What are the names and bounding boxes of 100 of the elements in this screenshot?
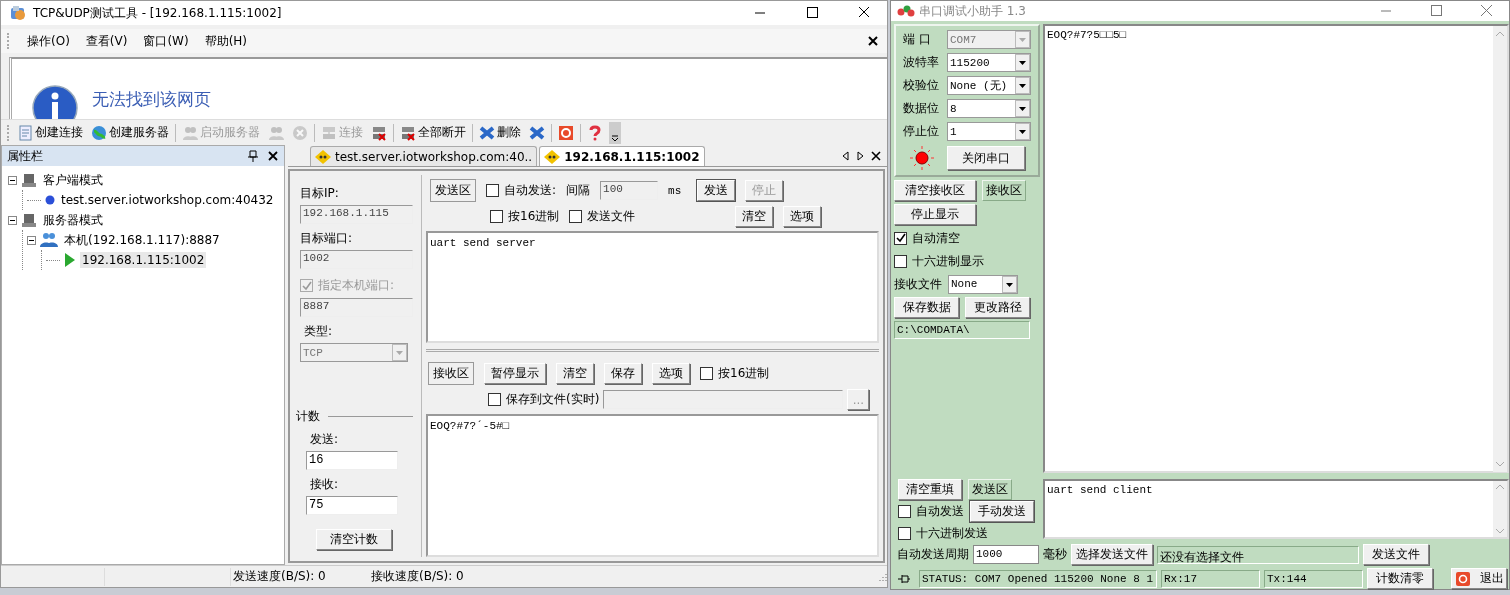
scrollbar-drawing[interactable]: [1493, 481, 1507, 537]
field-label: 停止位: [902, 123, 940, 140]
send-text-area[interactable]: uart send server: [426, 231, 879, 343]
exit-button[interactable]: 退出: [1451, 568, 1507, 589]
rx-counter: Rx:17: [1161, 569, 1260, 588]
setting-dropdown[interactable]: 1: [947, 122, 1031, 141]
unit-label: ms: [668, 184, 682, 197]
menu-item[interactable]: 窗口(W): [143, 32, 189, 50]
close-port-button[interactable]: 关闭串口: [947, 146, 1025, 170]
checkbox[interactable]: [488, 393, 501, 406]
clear-receive-button[interactable]: 清空接收区: [894, 180, 976, 201]
collapse-icon[interactable]: [8, 215, 17, 225]
pin-icon[interactable]: [897, 572, 911, 585]
tx-counter: Tx:144: [1264, 569, 1363, 588]
period-field[interactable]: 1000: [973, 545, 1039, 564]
toolbar-button[interactable]: 删除: [477, 121, 523, 144]
question-icon[interactable]: [587, 124, 603, 141]
path-field[interactable]: C:\COMDATA\: [894, 321, 1030, 339]
close-icon[interactable]: [268, 151, 278, 161]
setting-dropdown[interactable]: None (无): [947, 76, 1031, 95]
toolbar-button[interactable]: 清空: [556, 363, 594, 384]
close-icon[interactable]: [871, 150, 881, 161]
checkbox[interactable]: [894, 254, 907, 268]
checkbox-label: 指定本机端口:: [318, 277, 395, 294]
save-data-button[interactable]: 保存数据: [894, 297, 959, 318]
overflow-icon[interactable]: [609, 121, 621, 144]
area-label: 发送区: [968, 478, 1012, 500]
setting-dropdown[interactable]: 8: [947, 99, 1031, 118]
pin-icon[interactable]: [248, 150, 258, 162]
scrollbar-drawing[interactable]: [1493, 26, 1507, 472]
network-x-icon: [400, 124, 416, 141]
toolbar-button[interactable]: 选项: [652, 363, 690, 384]
power-icon: [1456, 571, 1470, 586]
choose-file-button[interactable]: 选择发送文件: [1071, 544, 1153, 565]
clear-send-button[interactable]: 清空重填: [898, 478, 962, 500]
menu-item[interactable]: 帮助(H): [204, 32, 247, 50]
scroll-left-icon[interactable]: [841, 150, 850, 161]
reset-count-button[interactable]: 计数清零: [1367, 568, 1433, 589]
checkbox[interactable]: [898, 504, 911, 518]
field-label: 接收文件: [894, 275, 942, 293]
toolbar-button[interactable]: 创建连接: [15, 121, 85, 144]
field-label: 类型:: [304, 323, 334, 340]
field-label: 目标端口:: [300, 230, 354, 247]
toolbar-button[interactable]: 暂停显示: [484, 363, 546, 384]
status-text: 接收速度(B/S): 0: [371, 568, 465, 585]
power-icon[interactable]: [558, 124, 574, 141]
change-path-button[interactable]: 更改路径: [965, 297, 1030, 318]
unit-label: 毫秒: [1043, 546, 1067, 563]
field-label: 接收:: [310, 476, 340, 493]
app-icon: [897, 4, 915, 18]
toolbar-button[interactable]: 保存: [604, 363, 642, 384]
panel-title: 属性栏: [7, 147, 43, 165]
send-button[interactable]: 发送: [697, 180, 736, 201]
receive-text-area: EOQ?#7?5□□5□: [1045, 26, 1493, 471]
users-icon: [40, 232, 58, 248]
manual-send-button[interactable]: 手动发送: [970, 500, 1034, 522]
app-icon: [9, 4, 27, 22]
network-x-icon[interactable]: [371, 124, 387, 141]
status-text: 发送速度(B/S): 0: [233, 568, 327, 585]
file-path-field[interactable]: [603, 390, 844, 409]
checkbox-label: 按16进制: [718, 365, 770, 382]
checkbox[interactable]: [486, 184, 499, 197]
menu-item[interactable]: 操作(O): [27, 32, 70, 50]
scroll-right-icon[interactable]: [856, 150, 865, 161]
setting-dropdown[interactable]: 115200: [947, 53, 1031, 72]
options-button[interactable]: 选项: [783, 206, 822, 227]
collapse-icon[interactable]: [27, 235, 36, 245]
checkbox[interactable]: [898, 526, 911, 540]
status-field: STATUS: COM7 Opened 115200 None 8 1: [919, 569, 1157, 588]
area-label: 接收区: [428, 362, 474, 385]
file-dropdown[interactable]: None: [948, 274, 1018, 294]
toolbar-button[interactable]: 创建服务器: [89, 121, 171, 144]
checkbox[interactable]: [894, 231, 907, 245]
cross-icon[interactable]: [529, 124, 545, 141]
clear-button[interactable]: 清空: [735, 206, 774, 227]
count-field[interactable]: 16: [306, 451, 398, 470]
stop-display-button[interactable]: 停止显示: [894, 204, 976, 225]
tree-item[interactable]: 192.168.1.115:1002: [80, 252, 207, 268]
close-icon[interactable]: [867, 35, 879, 47]
checkbox[interactable]: [569, 210, 583, 223]
checkbox-label: 按16进制: [508, 208, 560, 225]
collapse-icon[interactable]: [8, 175, 17, 185]
resize-grip-icon[interactable]: [877, 571, 887, 582]
tab[interactable]: 192.168.1.115:1002: [539, 146, 705, 166]
checkbox-label: 自动发送:: [504, 182, 557, 199]
checkbox[interactable]: [490, 210, 503, 223]
tree-item[interactable]: 服务器模式: [41, 210, 105, 230]
clear-count-button[interactable]: 清空计数: [316, 529, 392, 550]
field-label: 数据位: [902, 100, 940, 117]
checkbox[interactable]: [700, 367, 713, 380]
send-file-button[interactable]: 发送文件: [1363, 544, 1429, 565]
field-label: 发送:: [310, 431, 340, 448]
tree-item[interactable]: 本机(192.168.1.117):8887: [62, 230, 222, 250]
tree-item[interactable]: test.server.iotworkshop.com:40432: [59, 192, 276, 208]
field-label: 自动发送周期: [897, 546, 969, 563]
tree-item[interactable]: 客户端模式: [41, 170, 105, 190]
count-field[interactable]: 75: [306, 496, 398, 515]
toolbar-button[interactable]: 全部断开: [398, 121, 468, 144]
menu-item[interactable]: 查看(V): [85, 32, 128, 50]
tab[interactable]: test.server.iotworkshop.com:40..: [310, 146, 538, 166]
